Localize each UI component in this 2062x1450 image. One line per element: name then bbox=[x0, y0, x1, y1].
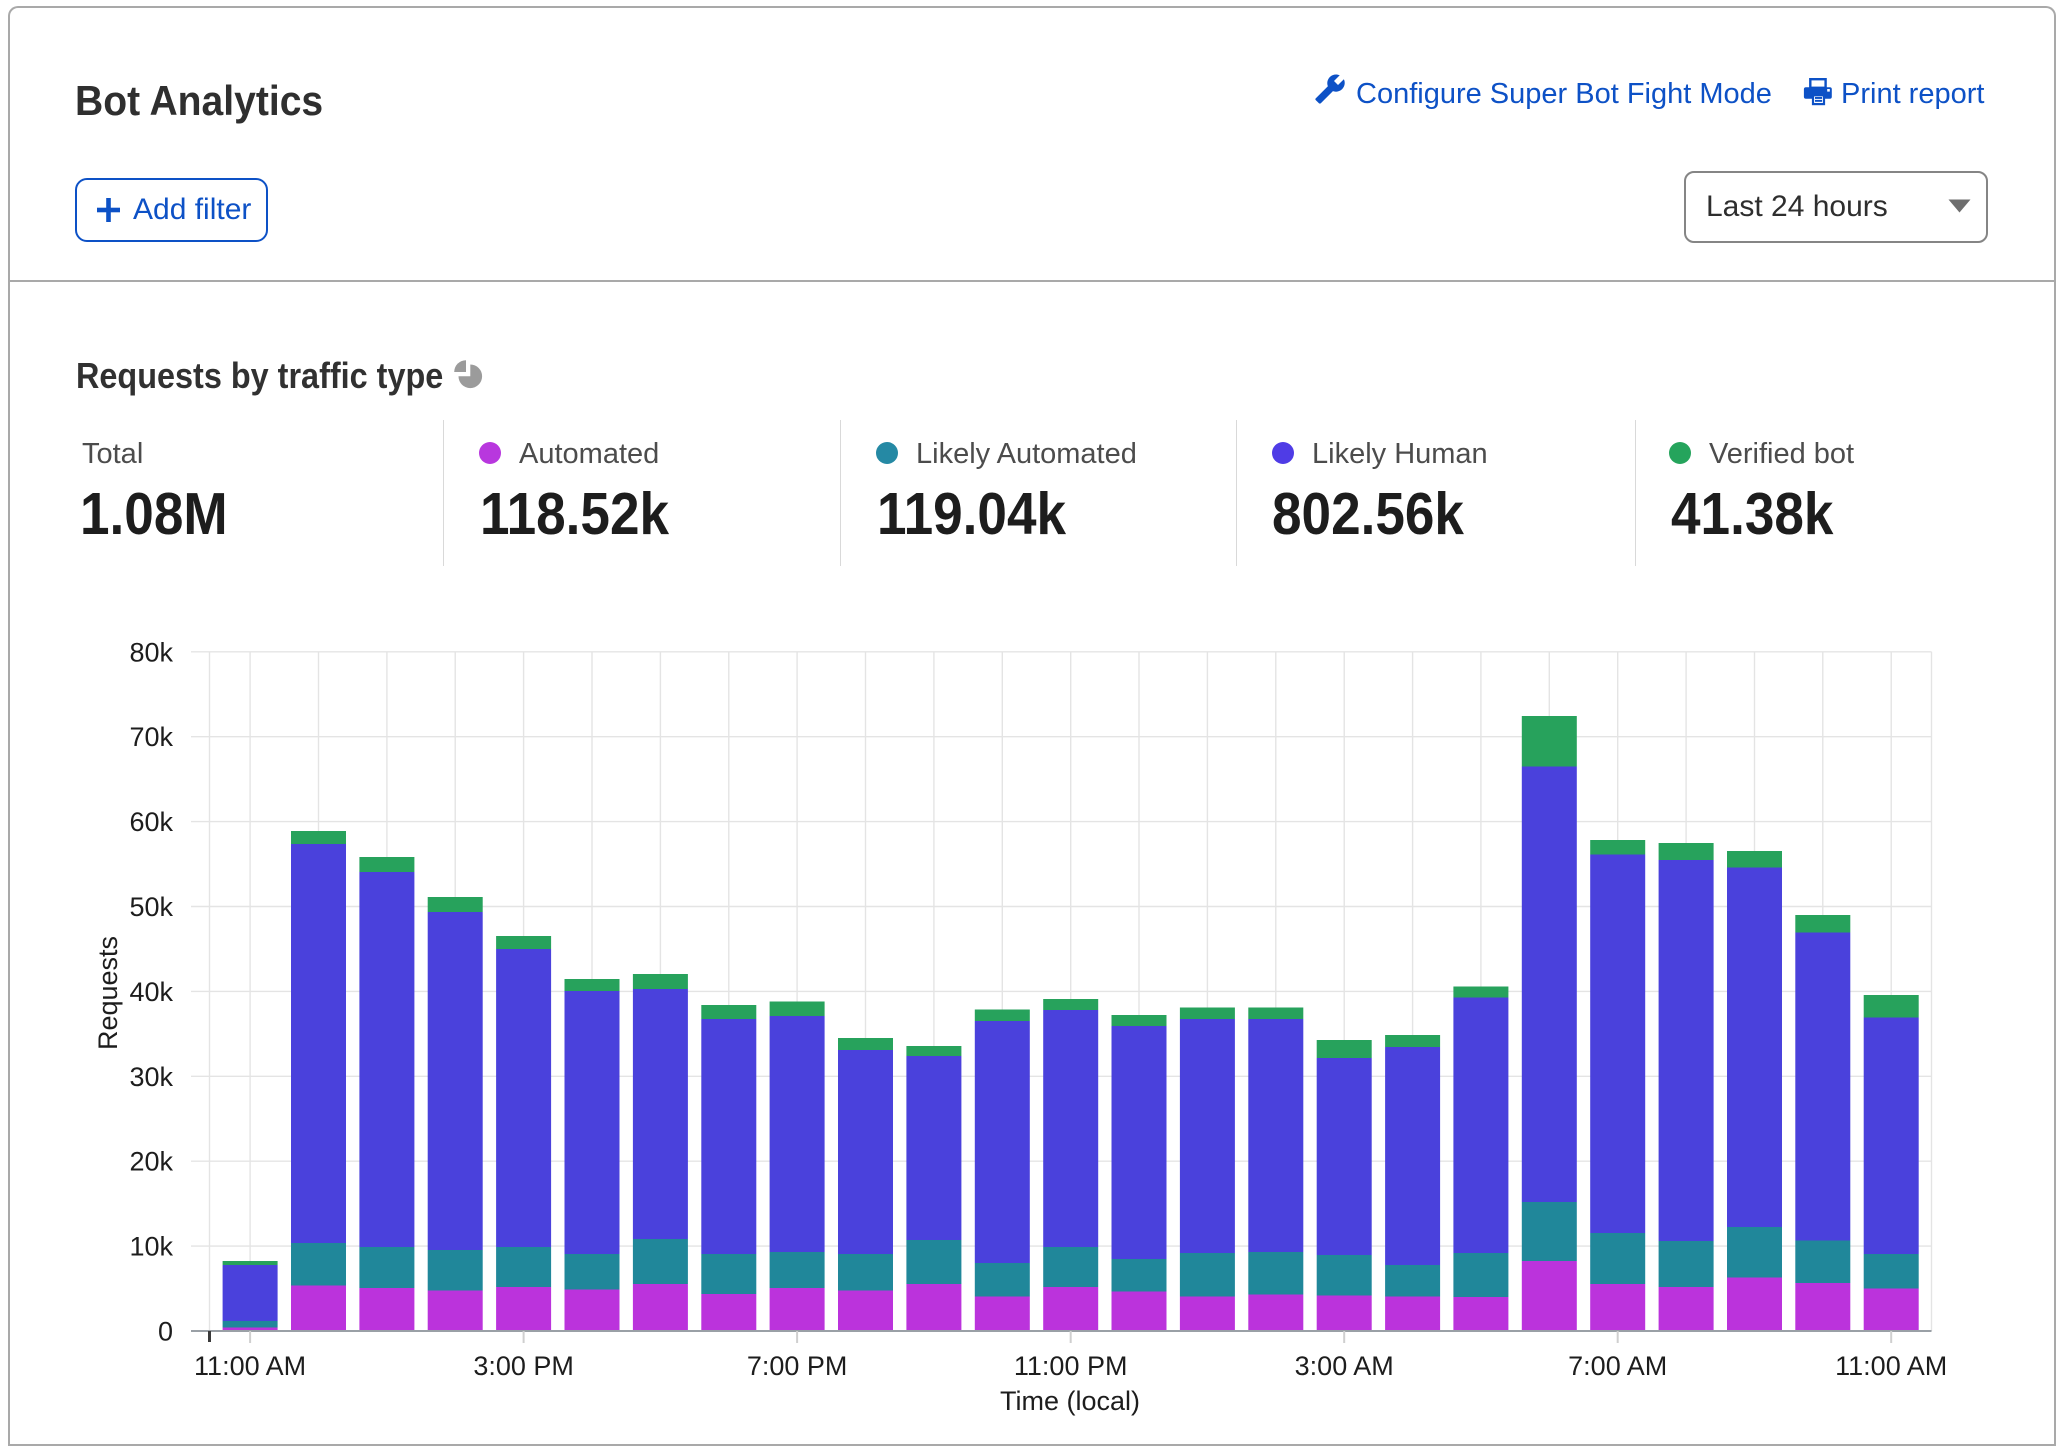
svg-text:7:00 PM: 7:00 PM bbox=[747, 1351, 848, 1381]
svg-text:11:00 AM: 11:00 AM bbox=[1835, 1351, 1947, 1381]
svg-text:3:00 PM: 3:00 PM bbox=[473, 1351, 574, 1381]
svg-text:3:00 AM: 3:00 AM bbox=[1295, 1351, 1394, 1381]
svg-text:70k: 70k bbox=[129, 722, 173, 752]
svg-text:80k: 80k bbox=[129, 637, 173, 667]
svg-text:11:00 AM: 11:00 AM bbox=[194, 1351, 306, 1381]
svg-text:Requests: Requests bbox=[93, 936, 123, 1050]
svg-text:40k: 40k bbox=[129, 977, 173, 1007]
svg-text:20k: 20k bbox=[129, 1147, 173, 1177]
svg-text:10k: 10k bbox=[129, 1232, 173, 1262]
svg-text:50k: 50k bbox=[129, 892, 173, 922]
svg-text:11:00 PM: 11:00 PM bbox=[1014, 1351, 1128, 1381]
svg-text:Time (local): Time (local) bbox=[1000, 1386, 1140, 1416]
svg-text:7:00 AM: 7:00 AM bbox=[1568, 1351, 1667, 1381]
svg-text:60k: 60k bbox=[129, 807, 173, 837]
svg-text:30k: 30k bbox=[129, 1062, 173, 1092]
svg-text:0: 0 bbox=[158, 1317, 173, 1347]
